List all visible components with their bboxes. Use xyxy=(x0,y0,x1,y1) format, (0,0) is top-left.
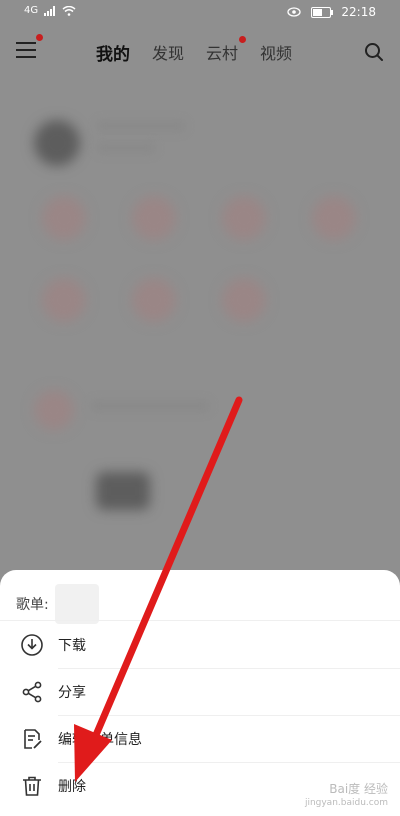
signal-label: 4G xyxy=(24,5,39,16)
top-nav: 我的 发现 云村 视频 xyxy=(0,32,400,72)
action-share[interactable]: 分享 xyxy=(0,669,400,715)
action-delete-label: 删除 xyxy=(58,779,86,795)
shortcut-icon xyxy=(222,278,266,322)
tab-village-badge xyxy=(239,36,247,43)
action-download[interactable]: 下载 xyxy=(0,622,400,668)
tab-bar: 我的 发现 云村 视频 xyxy=(96,36,292,65)
tab-video[interactable]: 视频 xyxy=(260,40,292,65)
shortcut-icon xyxy=(42,278,86,322)
shortcut-icon xyxy=(312,196,356,240)
playlist-cover xyxy=(96,472,150,510)
battery-icon xyxy=(311,6,334,18)
action-edit-info-label: 编辑歌单信息 xyxy=(58,732,142,748)
wifi-icon xyxy=(62,5,76,16)
playlist-action-sheet: 歌单: 下载 分享 编辑歌单信息 删除 xyxy=(0,570,400,816)
blurred-page-content xyxy=(0,100,400,580)
username-placeholder xyxy=(96,120,186,132)
shortcut-icon xyxy=(132,278,176,322)
sheet-title: 歌单: xyxy=(16,584,99,624)
level-placeholder xyxy=(96,142,156,154)
shortcut-icon xyxy=(222,196,266,240)
tab-mine[interactable]: 我的 xyxy=(96,40,130,65)
action-edit-info[interactable]: 编辑歌单信息 xyxy=(0,716,400,762)
playlist-name-redacted xyxy=(54,584,99,624)
list-icon xyxy=(34,390,74,430)
avatar xyxy=(34,120,80,166)
signal-icon xyxy=(44,5,56,16)
watermark: Bai度 经验 jingyan.baidu.com xyxy=(305,782,388,810)
sheet-title-prefix: 歌单: xyxy=(16,597,49,613)
divider xyxy=(0,620,400,621)
download-icon xyxy=(21,634,43,656)
trash-icon xyxy=(23,776,41,796)
tab-discover[interactable]: 发现 xyxy=(152,40,184,65)
eye-icon xyxy=(287,7,302,17)
tab-village[interactable]: 云村 xyxy=(206,36,247,65)
shortcut-icon xyxy=(132,196,176,240)
action-share-label: 分享 xyxy=(58,685,86,701)
action-download-label: 下载 xyxy=(58,638,86,654)
status-bar: 4G 22:18 xyxy=(0,0,400,26)
share-icon xyxy=(22,681,42,703)
status-time: 22:18 xyxy=(341,5,376,19)
watermark-line1: Bai度 经验 xyxy=(329,782,388,796)
tab-village-label: 云村 xyxy=(206,44,239,63)
menu-badge xyxy=(36,34,43,41)
shortcut-icon xyxy=(42,196,86,240)
edit-icon xyxy=(24,729,42,749)
search-icon[interactable] xyxy=(364,42,384,62)
list-text-placeholder xyxy=(90,400,210,412)
watermark-line2: jingyan.baidu.com xyxy=(304,798,388,808)
menu-icon[interactable] xyxy=(16,42,36,58)
